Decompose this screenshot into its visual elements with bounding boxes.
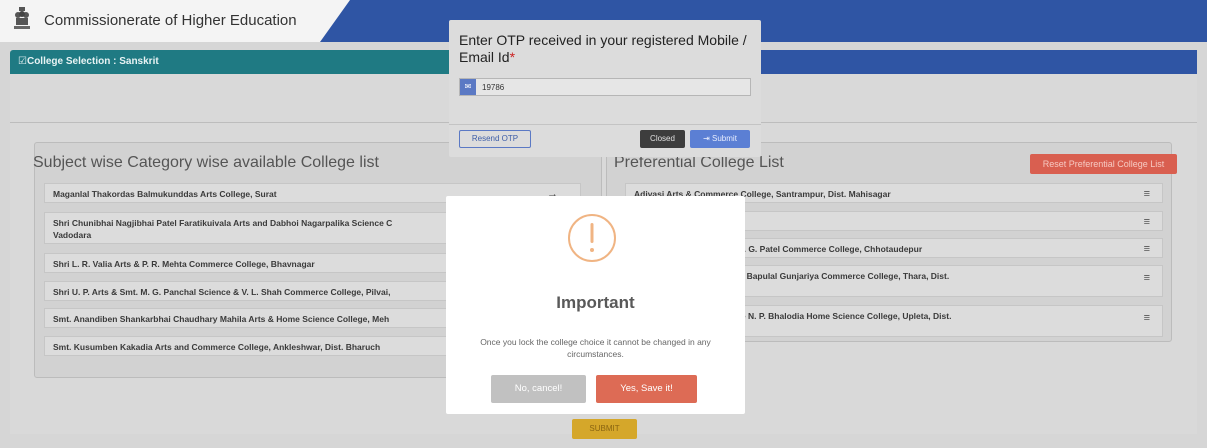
drag-handle-icon[interactable]: ≡ <box>1144 272 1150 284</box>
cancel-button[interactable]: No, cancel! <box>491 375 586 403</box>
closed-button[interactable]: Closed <box>640 130 685 148</box>
app-title: Commissionerate of Higher Education <box>44 12 297 29</box>
otp-input[interactable] <box>482 81 742 93</box>
otp-title: Enter OTP received in your registered Mo… <box>459 32 747 65</box>
otp-modal: Enter OTP received in your registered Mo… <box>449 20 761 157</box>
drag-handle-icon[interactable]: ≡ <box>1144 243 1150 255</box>
resend-otp-button[interactable]: Resend OTP <box>459 130 531 148</box>
available-college-heading: Subject wise Category wise available Col… <box>33 154 379 171</box>
state-emblem-icon <box>14 7 30 29</box>
otp-submit-button[interactable]: ⇥ Submit <box>690 130 750 148</box>
reset-preferential-list-button[interactable]: Reset Preferential College List <box>1030 154 1177 174</box>
envelope-icon: ✉ <box>460 79 476 95</box>
dialog-title: Important <box>556 293 635 312</box>
drag-handle-icon[interactable]: ≡ <box>1144 188 1150 200</box>
section-title: ☑College Selection : Sanskrit <box>18 56 159 67</box>
drag-handle-icon[interactable]: ≡ <box>1144 216 1150 228</box>
warning-icon <box>568 214 616 262</box>
required-mark: * <box>509 49 516 65</box>
edit-icon: ☑ <box>18 56 27 67</box>
sign-in-icon: ⇥ <box>703 134 710 143</box>
save-button[interactable]: Yes, Save it! <box>596 375 697 403</box>
important-dialog: Important Once you lock the college choi… <box>446 196 745 414</box>
dialog-message: Once you lock the college choice it cann… <box>480 337 711 359</box>
otp-field: ✉ <box>459 78 751 96</box>
drag-handle-icon[interactable]: ≡ <box>1144 312 1150 324</box>
submit-button[interactable]: SUBMIT <box>572 419 637 439</box>
